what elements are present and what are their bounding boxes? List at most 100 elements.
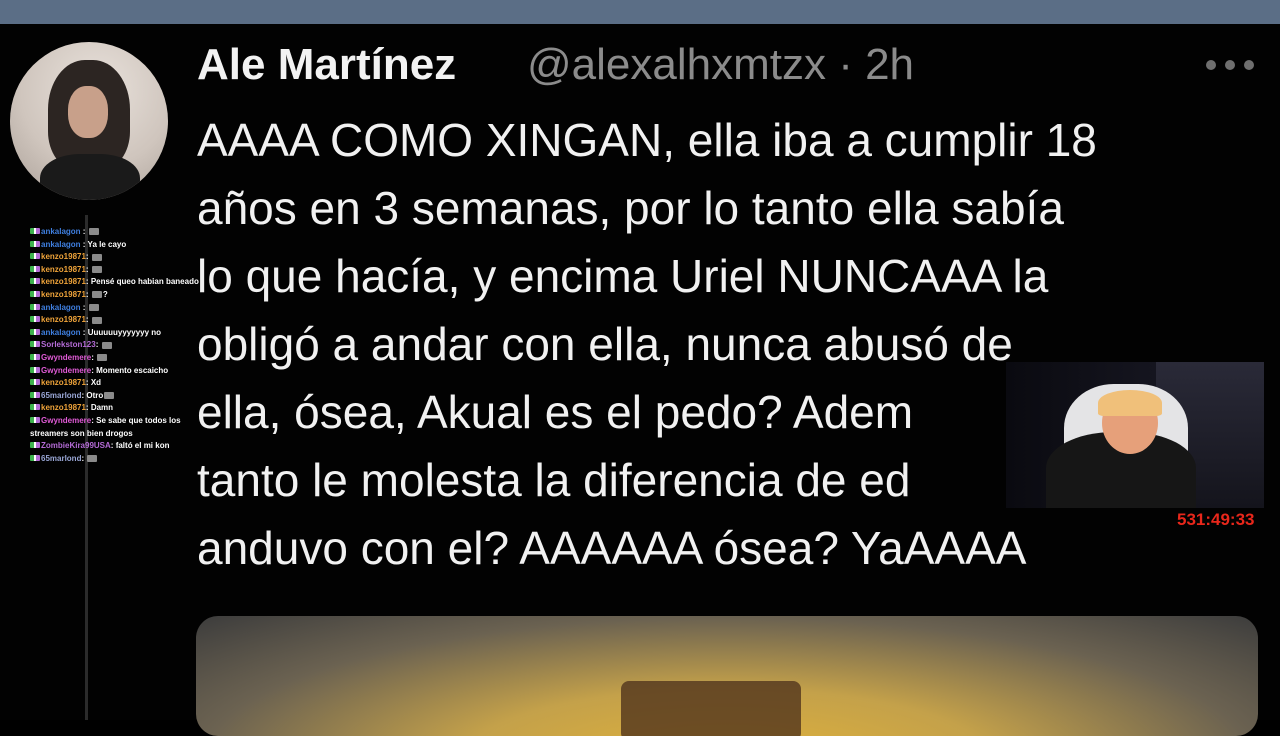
tweet-username[interactable]: Ale Martínez (197, 40, 456, 90)
chat-text: Otro (86, 390, 104, 400)
tweet-line: años en 3 semanas, por lo tanto ella sab… (197, 182, 1064, 234)
emote-icon (104, 392, 115, 400)
chat-overlay: ankalagon : ankalagon : Ya le cayo kenzo1… (30, 226, 208, 465)
chat-message: 65marlond: (30, 453, 208, 466)
chat-message: Sorlekston123: (30, 339, 208, 352)
emote-icon (91, 266, 102, 274)
chat-separator: : (80, 302, 88, 312)
chat-username[interactable]: kenzo19871 (41, 378, 86, 387)
streamer-cap (1098, 390, 1162, 416)
chat-message: kenzo19871: Xd (30, 377, 208, 390)
chat-username[interactable]: Gwyndemere (41, 353, 91, 362)
chat-username[interactable]: 65marlond (41, 454, 81, 463)
chat-message: kenzo19871: (30, 314, 208, 327)
chat-username[interactable]: Gwyndemere (41, 416, 91, 425)
emote-icon (91, 253, 102, 261)
chat-text: ? (102, 289, 108, 299)
chat-message: kenzo19871: (30, 264, 208, 277)
chat-username[interactable]: Gwyndemere (41, 366, 91, 375)
emote-icon (97, 354, 108, 362)
chat-message: Gwyndemere: Se sabe que todos los stream… (30, 415, 208, 440)
chat-text: faltó el mi kon (115, 441, 170, 451)
chat-badge-icon (30, 353, 40, 360)
chat-username[interactable]: ZombieKira99USA (41, 441, 111, 450)
chat-message: ankalagon : (30, 302, 208, 315)
chat-username[interactable]: Sorlekston123 (41, 340, 96, 349)
chat-message: Gwyndemere: (30, 352, 208, 365)
chat-text: Xd (90, 378, 102, 388)
chat-badge-icon (30, 416, 40, 423)
media-content (621, 681, 801, 736)
webcam-overlay (1006, 362, 1264, 508)
chat-badge-icon (30, 379, 40, 386)
chat-badge-icon (30, 442, 40, 449)
chat-badge-icon (30, 341, 40, 348)
chat-separator: : (85, 252, 91, 262)
chat-badge-icon (30, 404, 40, 411)
chat-separator: : (81, 453, 87, 463)
avatar-body (40, 154, 140, 200)
chat-badge-icon (30, 391, 40, 398)
more-horizontal-icon[interactable] (1206, 58, 1254, 72)
chat-message: ZombieKira99USA: faltó el mi kon (30, 440, 208, 453)
chat-username[interactable]: 65marlond (41, 391, 81, 400)
chat-username[interactable]: kenzo19871 (41, 290, 86, 299)
chat-badge-icon (30, 366, 40, 373)
chat-badge-icon (30, 253, 40, 260)
chat-username[interactable]: ankalagon (41, 328, 81, 337)
chat-badge-icon (30, 316, 40, 323)
chat-username[interactable]: kenzo19871 (41, 315, 86, 324)
chat-separator: : (80, 227, 88, 236)
chat-separator: : (95, 340, 101, 350)
chat-separator: : (85, 315, 91, 325)
chat-badge-icon (30, 265, 40, 272)
chat-message: ankalagon : Ya le cayo (30, 239, 208, 252)
chat-username[interactable]: kenzo19871 (41, 265, 86, 274)
chat-message: 65marlond: Otro (30, 390, 208, 403)
chat-separator: : (80, 327, 88, 337)
chat-message: kenzo19871: (30, 251, 208, 264)
chat-text: Ya le cayo (87, 239, 127, 249)
chat-message: kenzo19871: ? (30, 289, 208, 302)
chat-message: kenzo19871: Pensé queo habian baneado (30, 276, 208, 289)
emote-icon (87, 455, 98, 463)
tweet-line: lo que hacía, y encima Uriel NUNCAAA la (197, 250, 1049, 302)
stream-timer: 531:49:33 (1177, 510, 1255, 529)
chat-username[interactable]: kenzo19871 (41, 403, 86, 412)
tweet-line: anduvo con el? AAAAAA ósea? YaAAAA (197, 522, 1027, 574)
chat-message: ankalagon : (30, 226, 208, 239)
chat-text: Momento escaicho (96, 365, 169, 375)
chat-badge-icon (30, 303, 40, 310)
chat-username[interactable]: ankalagon (41, 240, 81, 249)
chat-username[interactable]: kenzo19871 (41, 252, 86, 261)
chat-separator: : (85, 289, 91, 299)
chat-badge-icon (30, 290, 40, 297)
chat-text: Damn (90, 403, 114, 413)
emote-icon (88, 228, 99, 236)
avatar-face (68, 86, 108, 138)
chat-message: Gwyndemere: Momento escaicho (30, 365, 208, 378)
chat-separator: : (80, 239, 88, 249)
chat-message: ankalagon : Uuuuuuyyyyyyy no (30, 327, 208, 340)
emote-icon (101, 341, 112, 349)
tweet-line: AAAA COMO XINGAN, ella iba a cumplir 18 (197, 114, 1097, 166)
chat-badge-icon (30, 454, 40, 461)
emote-icon (91, 291, 102, 299)
chat-username[interactable]: ankalagon (41, 303, 81, 312)
chat-badge-icon (30, 228, 40, 234)
chat-text: Pensé queo habian baneado (90, 277, 199, 287)
chat-badge-icon (30, 278, 40, 285)
tweet-handle-time[interactable]: @alexalhxmtzx · 2h (527, 40, 914, 90)
chat-text: Uuuuuuyyyyyyy no (87, 327, 162, 337)
emote-icon (88, 303, 99, 311)
top-bar (0, 0, 1280, 24)
emote-icon (91, 316, 102, 324)
chat-badge-icon (30, 240, 40, 247)
chat-separator: : (91, 352, 97, 362)
avatar[interactable] (10, 42, 168, 200)
chat-username[interactable]: kenzo19871 (41, 277, 86, 286)
chat-badge-icon (30, 328, 40, 335)
chat-username[interactable]: ankalagon (41, 227, 81, 236)
tweet-media[interactable] (196, 616, 1258, 736)
tweet-text: AAAA COMO XINGAN, ella iba a cumplir 18 … (197, 106, 1247, 582)
